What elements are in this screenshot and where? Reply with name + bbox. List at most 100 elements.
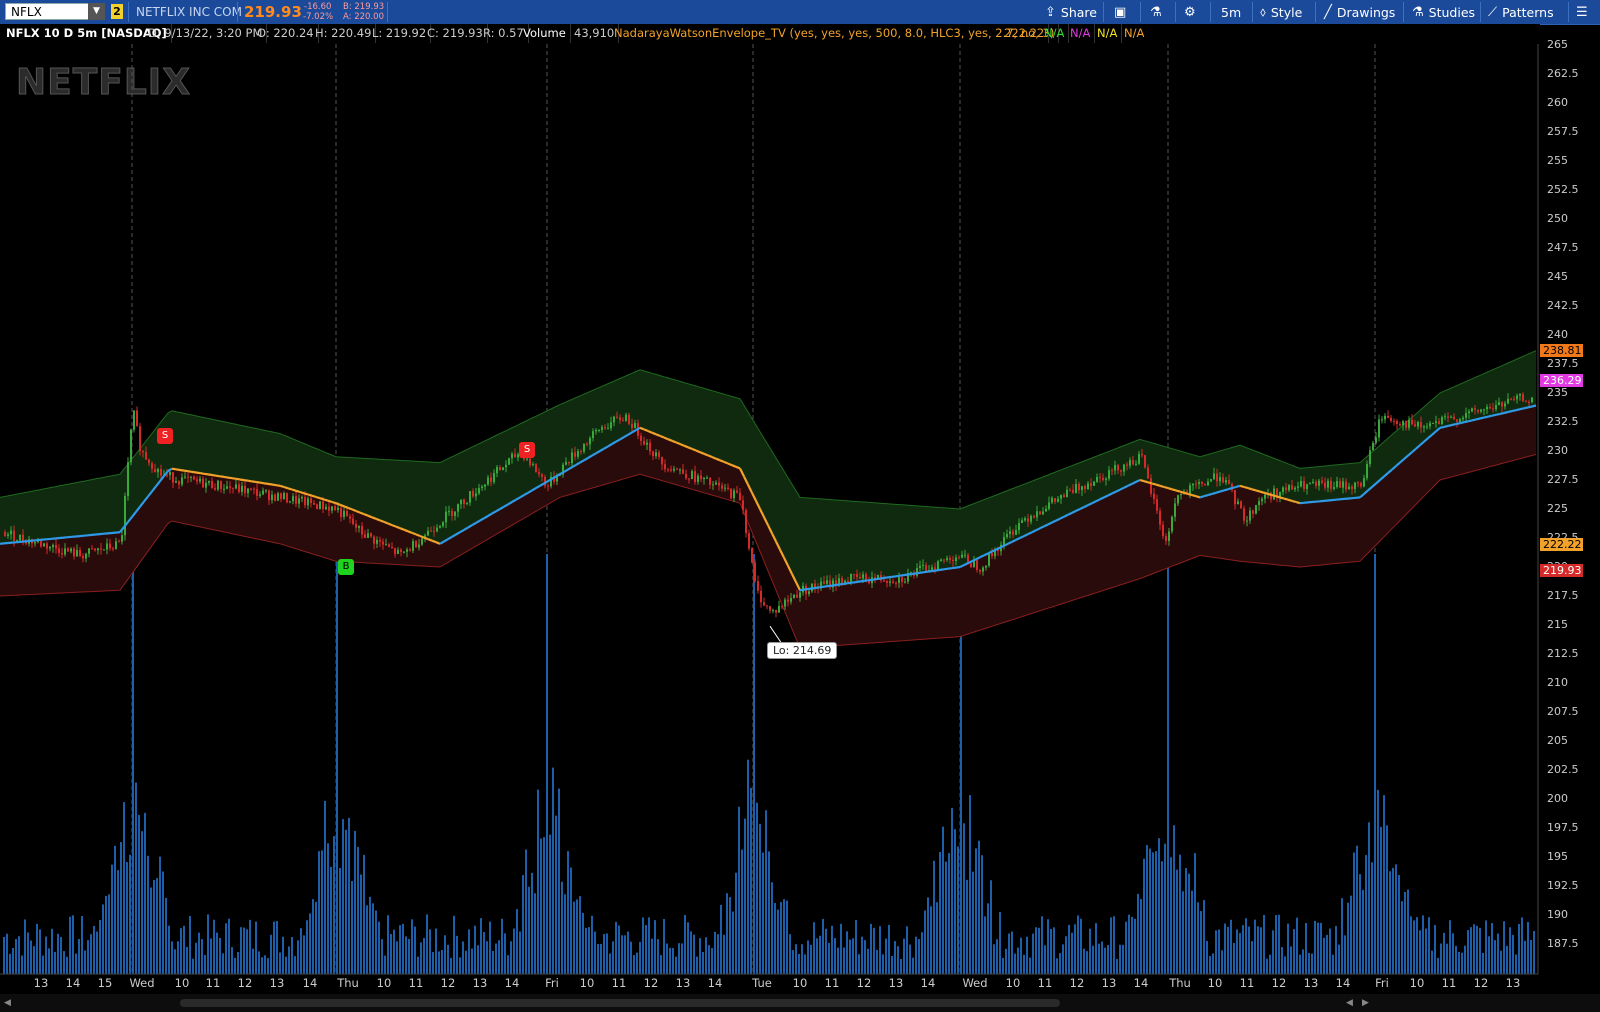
volume-bar [948,853,950,974]
candle-body [409,549,411,551]
scroll-left-icon[interactable]: ◀ [4,998,11,1008]
volume-bar [1356,845,1358,974]
center-line-segment [843,582,849,585]
volume-bar [24,919,26,974]
volume-bar [642,917,644,974]
candle-body [472,491,474,497]
candle-body [1300,480,1302,487]
candle-body [1462,417,1464,420]
volume-bar [630,941,632,974]
volume-bar [1353,852,1355,974]
candle-body [487,477,489,485]
volume-bar [615,921,617,974]
volume-bar [1455,945,1457,974]
horizontal-scrollbar[interactable]: ◀ ◀ ▶ [0,994,1600,1012]
volume-bar [543,837,545,974]
candle-body [1393,421,1395,423]
volume-bar [108,894,110,974]
volume-bar [1509,927,1511,974]
volume-bar [93,925,95,974]
candle-body [337,507,339,510]
volume-bar [297,940,299,974]
volume-bar [1155,851,1157,974]
candle-body [1483,409,1485,411]
volume-bar [45,936,47,974]
candle-body [613,416,615,423]
volume-bar [504,933,506,974]
x-tick-label: 13 [675,976,691,990]
candle-body [763,602,765,606]
candle-body [1012,531,1014,535]
candle-body [919,565,921,569]
candle-body [43,543,45,547]
candle-body [721,485,723,489]
volume-bar [1287,923,1289,974]
candle-body [379,539,381,542]
volume-bar [969,795,971,974]
volume-bar [138,814,140,974]
volume-bar [21,955,23,974]
volume-bar [972,871,974,974]
scroll-left-icon[interactable]: ◀ [1346,998,1353,1008]
candle-body [1060,495,1062,499]
volume-bar [1125,921,1127,974]
volume-bar [324,800,326,974]
volume-bar [1374,554,1376,974]
candle-body [511,453,513,459]
candle-body [406,549,408,552]
candle-body [1402,421,1404,426]
candle-body [1507,398,1509,404]
volume-bar [321,850,323,974]
center-line-segment [899,574,905,577]
candle-body [196,479,198,482]
candle-body [295,496,297,504]
center-line-segment [383,520,389,525]
volume-bar [1482,952,1484,974]
volume-histogram [3,554,1535,974]
candle-body [268,490,270,501]
center-line-segment [335,502,341,506]
candle-body [478,488,480,494]
candle-body [790,598,792,602]
volume-bar [1299,954,1301,974]
volume-bar [984,916,986,974]
candle-body [931,567,933,570]
scroll-right-icon[interactable]: ▶ [1362,998,1369,1008]
volume-bar [786,900,788,974]
volume-bar [381,939,383,974]
candle-body [859,576,861,579]
volume-bar [249,919,251,974]
candle-body [604,427,606,429]
candle-body [127,462,129,496]
volume-bar [111,864,113,974]
scrollbar-thumb[interactable] [180,999,1060,1007]
volume-bar [6,933,8,974]
volume-bar [1290,946,1292,974]
candle-body [982,567,984,572]
center-line-segment [295,489,301,494]
center-line-segment [1495,412,1501,416]
candle-body [1330,480,1332,489]
volume-bar [663,919,665,974]
y-tick-label: 230 [1547,444,1568,457]
center-line-segment [423,536,429,541]
volume-bar [1518,923,1520,974]
candle-body [565,462,567,465]
volume-bar [489,921,491,974]
center-line-segment [199,472,205,475]
candle-body [253,488,255,490]
volume-bar [48,948,50,974]
center-line-segment [387,522,393,527]
volume-bar [423,937,425,974]
volume-bar [1260,927,1262,974]
candle-body [1486,406,1488,410]
candle-body [1138,453,1140,464]
price-chart[interactable] [0,0,1600,994]
candle-body [676,468,678,470]
candle-body [175,481,177,483]
volume-bar [1236,929,1238,974]
candle-body [1510,398,1512,400]
candle-body [826,580,828,584]
volume-bar [1083,948,1085,974]
candle-body [496,467,498,474]
